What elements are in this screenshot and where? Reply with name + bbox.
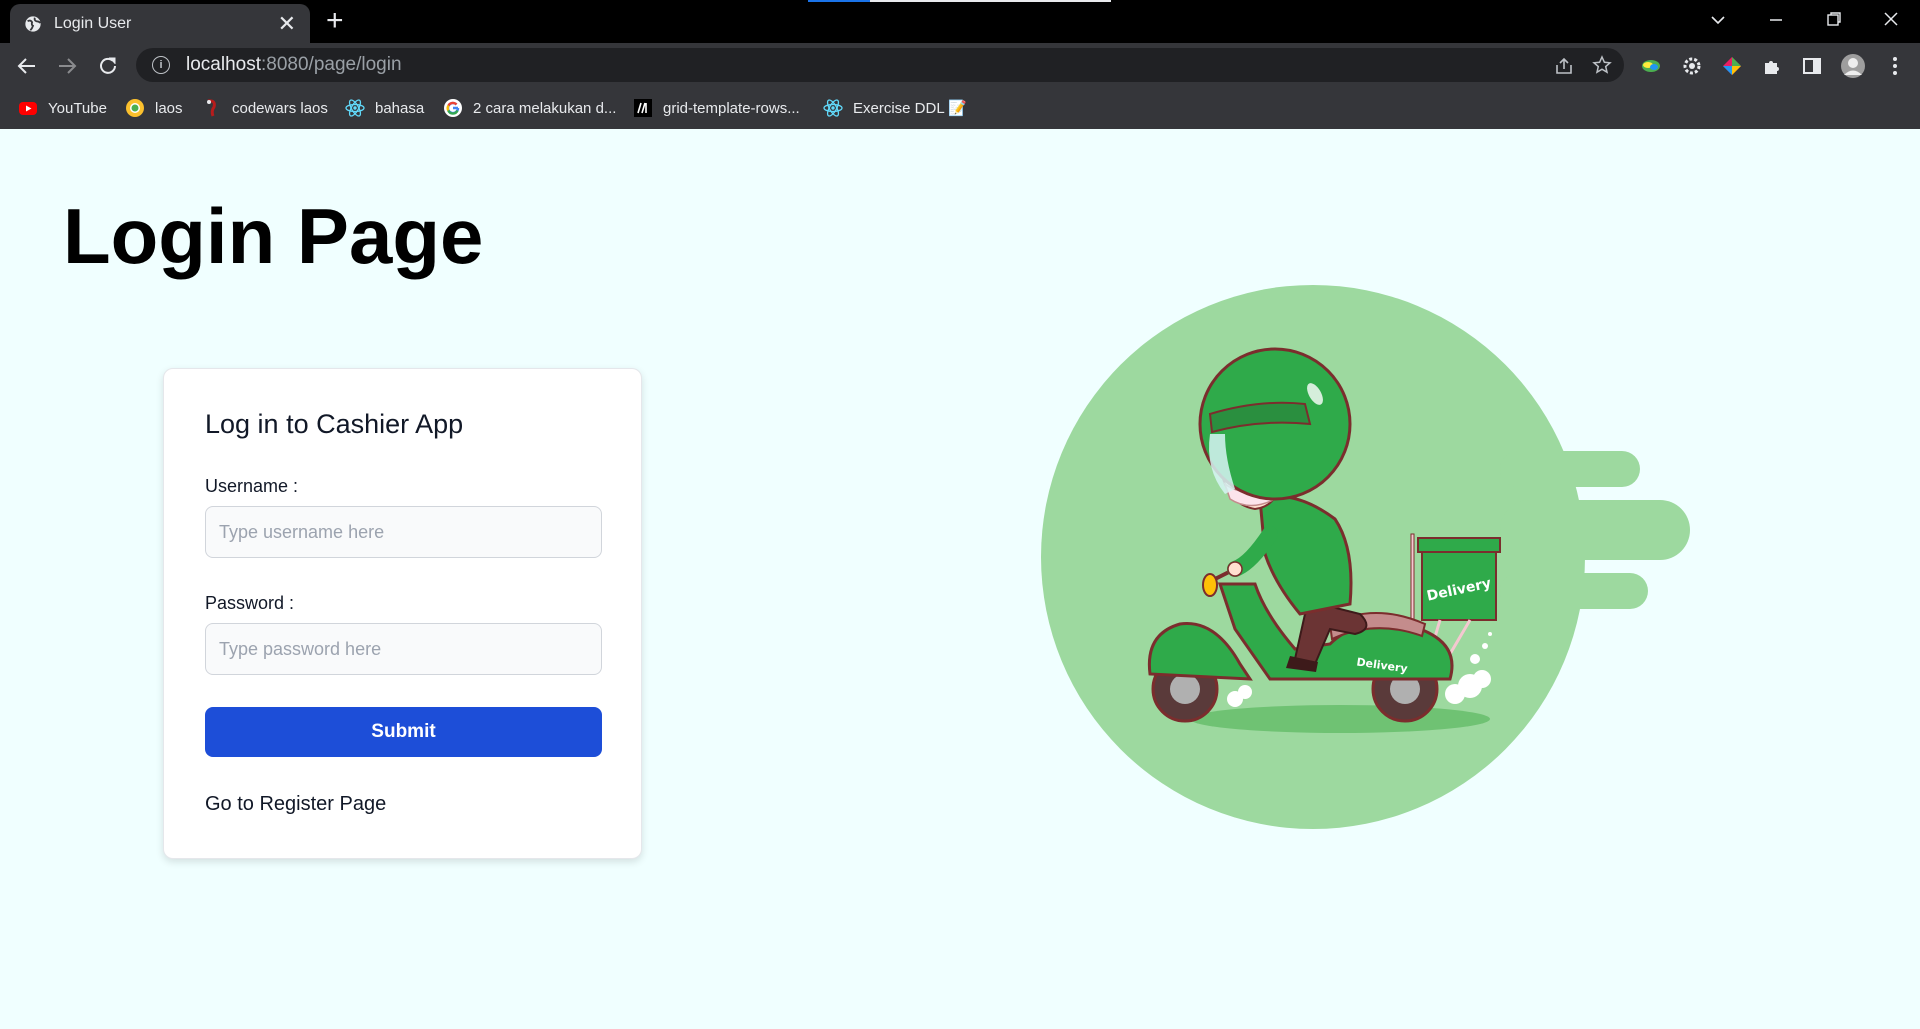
tab-title: Login User bbox=[54, 14, 132, 32]
google-icon bbox=[444, 99, 462, 117]
browser-toolbar: i localhost:8080/page/login bbox=[0, 43, 1920, 88]
globe-icon bbox=[25, 15, 42, 32]
delivery-illustration: Delivery Delivery bbox=[1041, 285, 1690, 829]
side-panel-icon[interactable] bbox=[1801, 55, 1823, 77]
address-bar[interactable]: i localhost:8080/page/login bbox=[136, 48, 1624, 82]
bookmark-youtube[interactable]: YouTube bbox=[18, 95, 107, 121]
register-page-link[interactable]: Go to Register Page bbox=[205, 793, 386, 816]
browser-tab-active[interactable]: Login User ✕ bbox=[10, 4, 310, 43]
codewars-icon bbox=[207, 99, 216, 117]
password-input[interactable] bbox=[205, 623, 602, 675]
bookmark-exercise-ddl[interactable]: Exercise DDL 📝 bbox=[823, 95, 967, 121]
bookmarks-bar: YouTube laos codewars laos bahasa 2 cara… bbox=[0, 88, 1920, 129]
login-card: Log in to Cashier App Username : Passwor… bbox=[163, 368, 642, 859]
menu-kebab-icon[interactable] bbox=[1884, 55, 1906, 77]
new-tab-button[interactable]: + bbox=[326, 6, 344, 36]
illustration-background bbox=[1041, 285, 1690, 829]
bookmark-google[interactable]: 2 cara melakukan d... bbox=[443, 95, 616, 121]
bookmark-label: YouTube bbox=[48, 99, 107, 117]
bookmark-bahasa[interactable]: bahasa bbox=[345, 95, 424, 121]
bookmark-laos[interactable]: laos bbox=[125, 95, 183, 121]
react-icon bbox=[345, 99, 365, 117]
chrome-icon bbox=[126, 99, 144, 117]
react-icon bbox=[823, 99, 843, 117]
restore-icon[interactable] bbox=[1826, 11, 1842, 27]
back-icon[interactable] bbox=[16, 55, 38, 77]
reload-icon[interactable] bbox=[97, 55, 119, 77]
tab-close-icon[interactable]: ✕ bbox=[278, 12, 296, 34]
bookmark-label: grid-template-rows... bbox=[663, 99, 800, 117]
url-host: localhost bbox=[186, 54, 261, 75]
minimize-icon[interactable] bbox=[1768, 12, 1784, 28]
login-page: Login Page Log in to Cashier App Usernam… bbox=[0, 129, 1920, 1029]
username-input[interactable] bbox=[205, 506, 602, 558]
bookmark-star-icon[interactable] bbox=[1592, 55, 1612, 75]
ground-shadow bbox=[1190, 705, 1490, 733]
profile-avatar-icon[interactable] bbox=[1840, 53, 1866, 79]
page-title: Login Page bbox=[63, 192, 484, 280]
site-info-icon[interactable]: i bbox=[152, 56, 170, 74]
mdn-icon bbox=[634, 99, 652, 117]
loading-indicator bbox=[808, 0, 1111, 2]
extension-colorpicker-icon[interactable] bbox=[1721, 55, 1743, 77]
username-label: Username : bbox=[205, 476, 299, 496]
bookmark-label: bahasa bbox=[375, 99, 425, 117]
bookmark-label: Exercise DDL 📝 bbox=[853, 100, 967, 117]
url-path: :8080/page/login bbox=[261, 54, 402, 75]
browser-titlebar: Login User ✕ + bbox=[0, 0, 1920, 43]
bookmark-mdn[interactable]: grid-template-rows... bbox=[633, 95, 800, 121]
extension-gear-icon[interactable] bbox=[1681, 55, 1703, 77]
bookmark-label: laos bbox=[155, 99, 183, 117]
share-icon[interactable] bbox=[1554, 56, 1574, 76]
close-window-icon[interactable] bbox=[1883, 11, 1899, 27]
password-label: Password : bbox=[205, 593, 295, 613]
bookmark-codewars[interactable]: codewars laos bbox=[202, 95, 328, 121]
submit-button[interactable]: Submit bbox=[205, 707, 602, 757]
youtube-icon bbox=[19, 102, 37, 115]
forward-icon[interactable] bbox=[56, 55, 78, 77]
extension-colorful-icon[interactable] bbox=[1640, 55, 1662, 77]
bookmark-label: 2 cara melakukan d... bbox=[473, 99, 617, 117]
extensions-puzzle-icon[interactable] bbox=[1761, 55, 1783, 77]
tab-search-icon[interactable] bbox=[1710, 12, 1726, 28]
card-heading: Log in to Cashier App bbox=[205, 409, 464, 439]
bookmark-label: codewars laos bbox=[232, 99, 328, 117]
